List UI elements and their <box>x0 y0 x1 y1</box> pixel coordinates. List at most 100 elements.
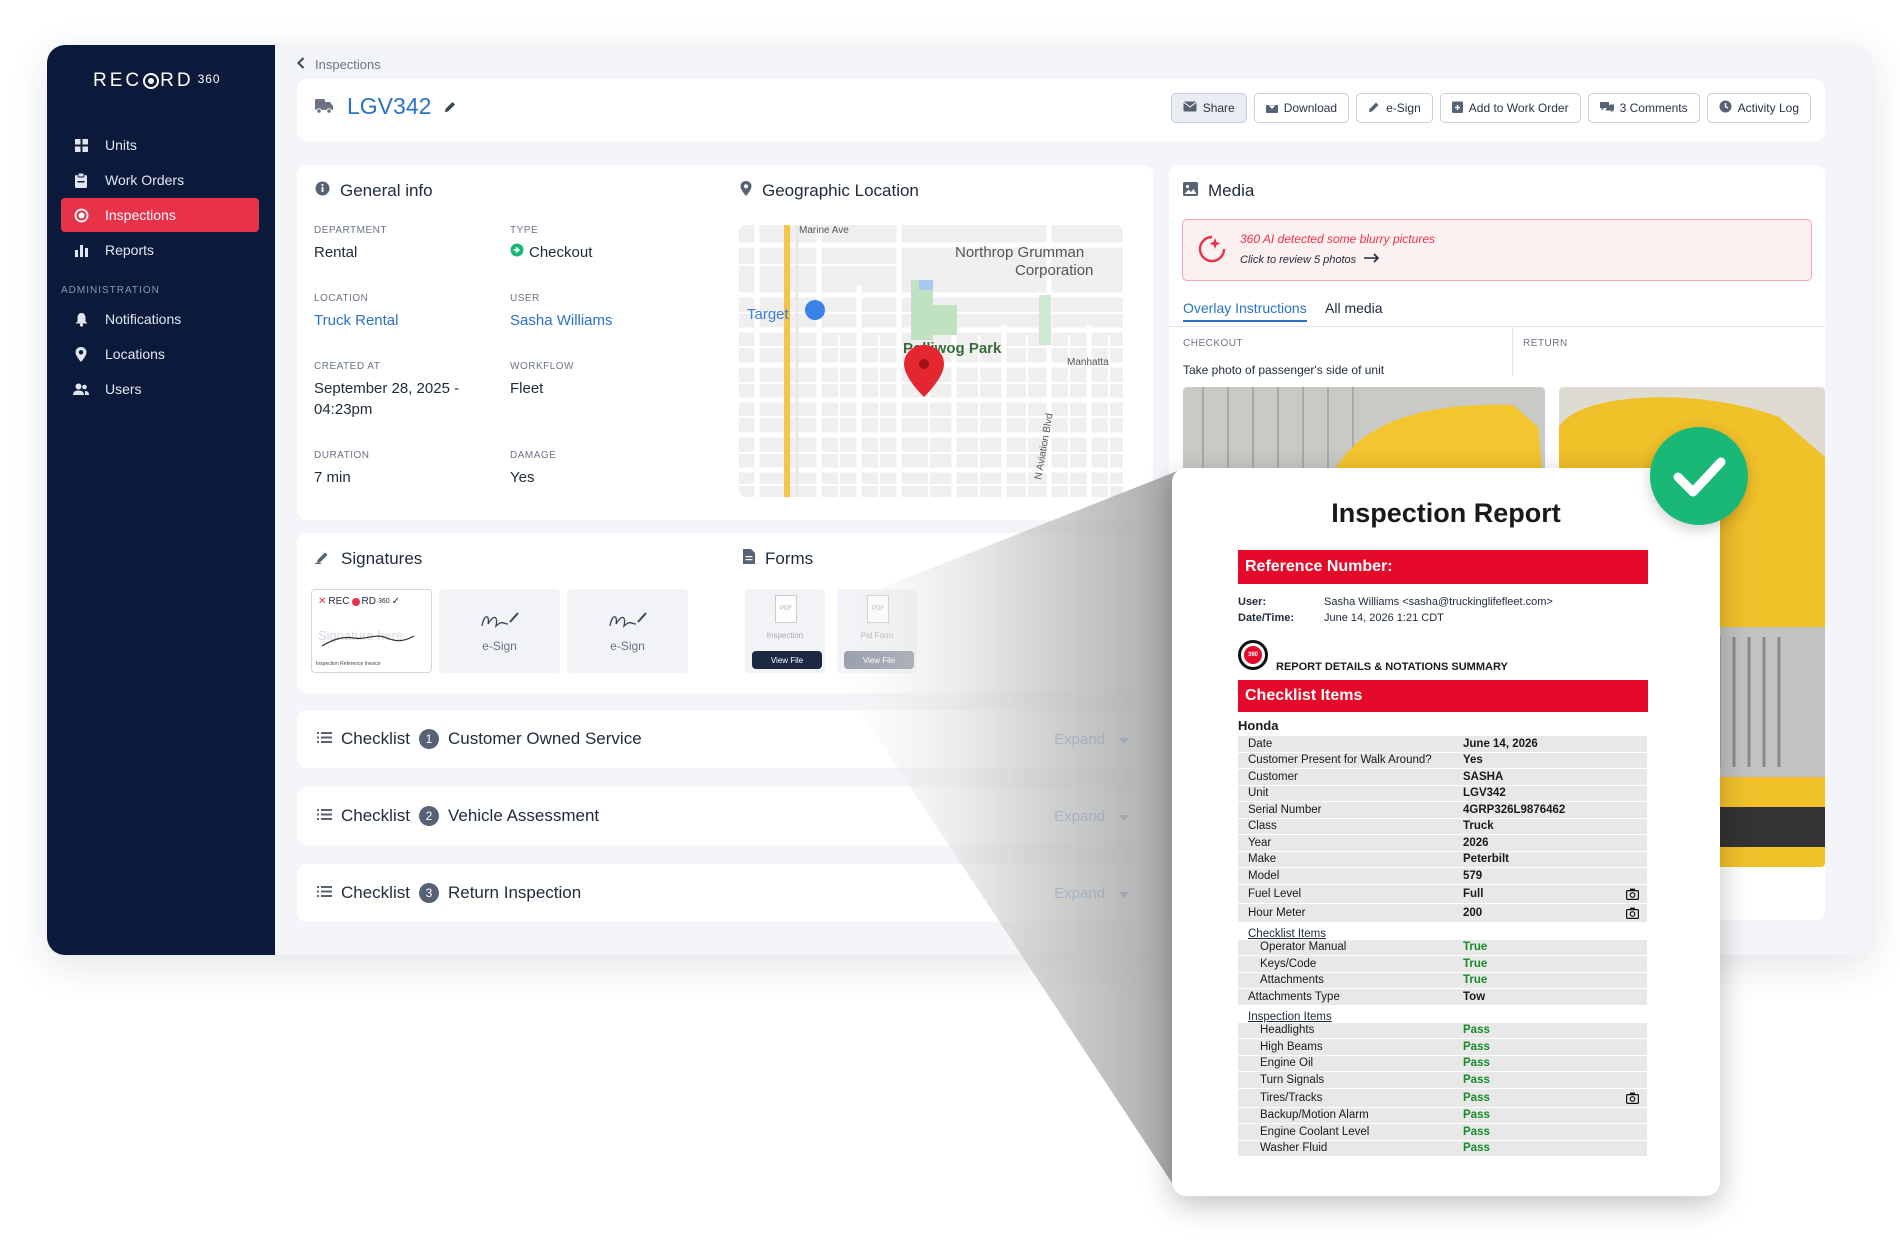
breadcrumb[interactable]: Inspections <box>297 57 381 72</box>
row-value: Tow <box>1463 990 1486 1003</box>
sidebar-item-reports[interactable]: Reports <box>61 233 259 267</box>
row-key: High Beams <box>1260 1040 1323 1053</box>
comments-button[interactable]: 3 Comments <box>1587 93 1700 123</box>
sidebar-item-label: Users <box>105 381 142 397</box>
row-value: Pass <box>1463 1091 1490 1104</box>
row-value: Full <box>1463 887 1484 900</box>
form-pid[interactable]: PDF Pid Form View File <box>837 589 917 673</box>
row-key: Year <box>1248 836 1272 849</box>
sidebar-item-inspections[interactable]: Inspections <box>61 198 259 232</box>
report-badge-icon: 360 <box>1238 640 1268 670</box>
camera-icon[interactable] <box>1618 1092 1647 1104</box>
signature-header: ✕ REC RD 360 ✓ <box>318 596 400 607</box>
info-icon <box>315 181 330 201</box>
esign-slot-1[interactable]: e-Sign <box>439 589 560 673</box>
row-value: Pass <box>1463 1125 1490 1138</box>
checklist-number-badge: 3 <box>418 883 439 903</box>
breadcrumb-label[interactable]: Inspections <box>315 57 381 72</box>
expand-button[interactable]: Expand <box>1054 731 1129 748</box>
sidebar-item-notifications[interactable]: Notifications <box>61 302 259 336</box>
sidebar-item-locations[interactable]: Locations <box>61 337 259 371</box>
signature-logo-sup: 360 <box>377 598 390 605</box>
row-key: Backup/Motion Alarm <box>1260 1109 1369 1122</box>
bar-chart-icon <box>73 242 89 258</box>
signature-logo: REC <box>328 596 350 607</box>
table-row: Class Truck <box>1238 818 1647 835</box>
clock-icon <box>1719 100 1732 116</box>
logo: REC RD 360 <box>93 70 221 92</box>
expand-label: Expand <box>1054 730 1105 748</box>
row-key: Keys/Code <box>1260 957 1317 970</box>
checklist-title: Checklist 2 Vehicle Assessment <box>317 806 599 826</box>
row-key: Washer Fluid <box>1260 1142 1328 1155</box>
view-file-button[interactable]: View File <box>752 651 822 669</box>
media-title-text: Media <box>1208 181 1255 200</box>
table-row: High Beams Pass <box>1238 1039 1647 1056</box>
map-label-manhattan: Manhatta <box>1067 357 1109 368</box>
sidebar-item-users[interactable]: Users <box>61 372 259 406</box>
document-icon <box>743 549 755 569</box>
checklist-row-2[interactable]: Checklist 2 Vehicle Assessment Expand <box>297 787 1153 845</box>
expand-button[interactable]: Expand <box>1054 885 1129 902</box>
tab-overlay-instructions[interactable]: Overlay Instructions <box>1183 300 1307 322</box>
map[interactable]: Marine Ave Northrop Grumman Corporation … <box>739 225 1123 497</box>
view-file-button[interactable]: View File <box>844 651 914 669</box>
camera-icon[interactable] <box>1618 888 1647 900</box>
row-key: Customer Present for Walk Around? <box>1248 754 1432 767</box>
share-label: Share <box>1202 101 1235 115</box>
location-link[interactable]: Truck Rental <box>314 310 398 331</box>
esign-slot-2[interactable]: e-Sign <box>567 589 688 673</box>
sidebar-item-units[interactable]: Units <box>61 128 259 162</box>
user-link[interactable]: Sasha Williams <box>510 310 613 331</box>
expand-button[interactable]: Expand <box>1054 808 1129 825</box>
table-row: Engine Coolant Level Pass <box>1238 1124 1647 1141</box>
duration-value: 7 min <box>314 469 351 486</box>
truck-icon <box>315 93 335 120</box>
checklist-row-1[interactable]: Checklist 1 Customer Owned Service Expan… <box>297 710 1153 768</box>
add-to-work-order-button[interactable]: Add to Work Order <box>1439 93 1581 123</box>
activity-log-label: Activity Log <box>1737 101 1799 115</box>
form-inspection[interactable]: PDF Inspection View File <box>745 589 825 673</box>
table-row: Year 2026 <box>1238 835 1647 852</box>
report-user-value: Sasha Williams <sasha@truckinglifefleet.… <box>1324 596 1553 608</box>
duration-label: DURATION <box>314 450 370 461</box>
workflow-value: Fleet <box>510 380 544 397</box>
checklist-name: Return Inspection <box>447 883 582 902</box>
pencil-icon[interactable] <box>443 93 457 120</box>
table-row: Fuel Level Full <box>1238 884 1647 904</box>
location-label: LOCATION <box>314 293 369 304</box>
table-row: Unit LGV342 <box>1238 785 1647 802</box>
location-pin-icon <box>740 181 752 201</box>
row-key: Headlights <box>1260 1024 1315 1037</box>
camera-icon[interactable] <box>1618 907 1647 919</box>
map-graphic: Marine Ave Northrop Grumman Corporation … <box>739 225 1123 497</box>
type-value: Checkout <box>529 244 593 261</box>
checklist-row-3[interactable]: Checklist 3 Return Inspection Expand <box>297 864 1153 922</box>
download-button[interactable]: Download <box>1253 93 1350 123</box>
esign-button[interactable]: e-Sign <box>1356 93 1433 123</box>
share-button[interactable]: Share <box>1170 93 1247 123</box>
inspection-report: Inspection Report Reference Number: User… <box>1172 468 1720 1196</box>
sidebar-item-work-orders[interactable]: Work Orders <box>61 163 259 197</box>
ai-alert[interactable]: 360 AI detected some blurry pictures Cli… <box>1182 219 1812 281</box>
signature-thumbnail[interactable]: ✕ REC RD 360 ✓ Signature here Inspection Re… <box>311 589 432 673</box>
download-icon <box>1265 100 1278 116</box>
checklist-title: Checklist 1 Customer Owned Service <box>317 729 642 749</box>
unit-header: LGV342 Share Download e-Sign Add to Work… <box>297 79 1825 141</box>
row-key: Attachments Type <box>1248 990 1340 1003</box>
signatures-title-text: Signatures <box>341 549 423 568</box>
pen-icon <box>1368 101 1380 116</box>
signatures-title: Signatures <box>315 549 422 569</box>
inspection-subheading: Inspection Items <box>1248 1010 1332 1023</box>
activity-log-button[interactable]: Activity Log <box>1706 93 1811 123</box>
sidebar-item-label: Work Orders <box>105 172 185 188</box>
comment-icon <box>1599 101 1614 116</box>
row-key: Attachments <box>1260 974 1324 987</box>
ai-alert-link[interactable]: Click to review 5 photos <box>1240 253 1380 266</box>
row-value: SASHA <box>1463 770 1504 783</box>
user-field: USER Sasha Williams <box>510 293 613 331</box>
sidebar-item-label: Inspections <box>105 207 176 223</box>
esign-icon <box>608 610 648 633</box>
type-field: TYPE Checkout <box>510 225 592 263</box>
tab-all-media[interactable]: All media <box>1325 300 1383 316</box>
